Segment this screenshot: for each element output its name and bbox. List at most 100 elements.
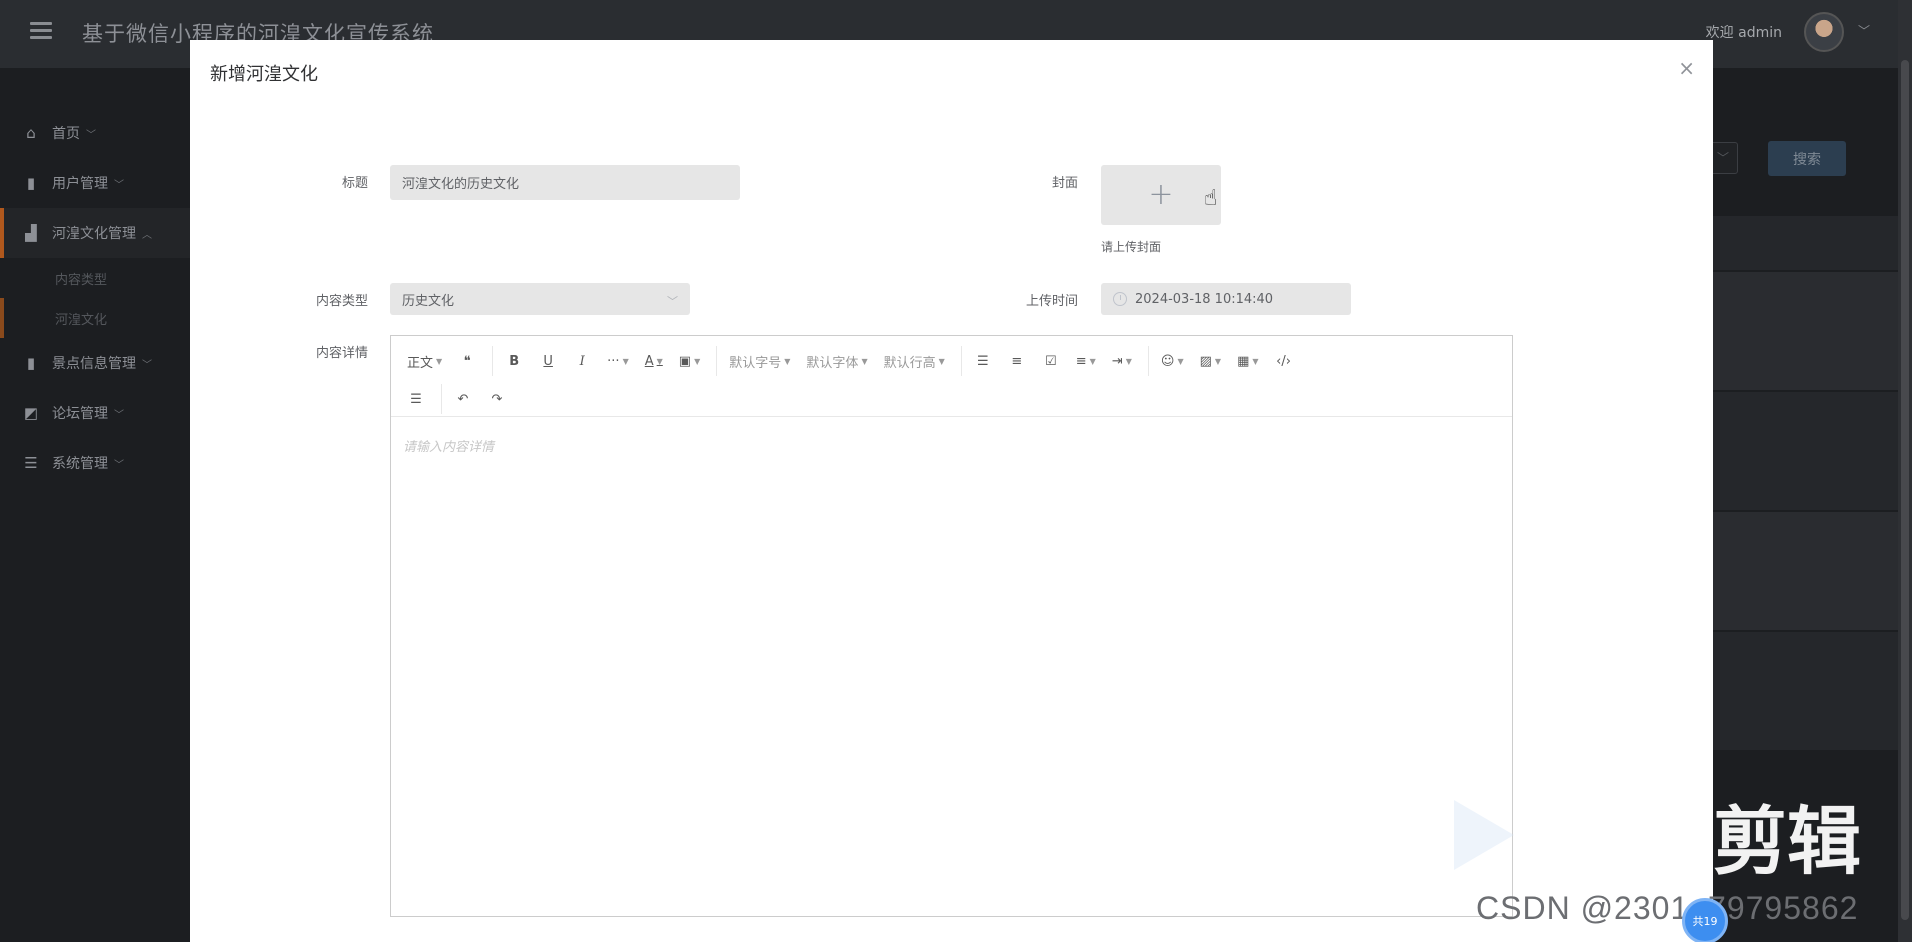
title-label: 标题 (341, 176, 368, 191)
code-icon[interactable]: ‹/› (1269, 346, 1299, 376)
bold-icon[interactable]: B (499, 346, 529, 376)
chevron-down-icon: ﹀ (114, 459, 124, 471)
font-family-label: 默认字体 (806, 355, 859, 371)
menu-icon[interactable] (30, 22, 52, 40)
scrollbar-thumb[interactable] (1901, 60, 1909, 920)
emoji-icon[interactable]: ☺ ▼ (1155, 346, 1190, 376)
time-value: 2024-03-18 10:14:40 (1135, 291, 1274, 307)
paragraph-label: 正文 (407, 355, 434, 371)
chevron-down-icon: ﹀ (86, 129, 96, 141)
font-color-icon[interactable]: A ▼ (639, 346, 669, 376)
plus-icon: + (1148, 177, 1174, 212)
caret-down-icon: ▼ (1089, 356, 1096, 366)
caret-down-icon: ▼ (784, 356, 791, 366)
add-culture-dialog: 新增河湟文化 × 标题 河湟文化的历史文化 封面 + ☝ 请上传封面 内容类型 … (190, 40, 1713, 942)
caret-down-icon: ▼ (1214, 356, 1222, 366)
book-icon: ▮ (26, 354, 36, 372)
type-select[interactable]: 历史文化 ﹀ (390, 283, 690, 315)
table-row (1713, 272, 1898, 390)
redo-icon[interactable]: ↷ (482, 384, 512, 414)
chevron-down-icon: ﹀ (667, 295, 678, 308)
italic-icon[interactable]: I (567, 346, 597, 376)
editor-toolbar: 正文 ▼ ❝ B U I ··· ▼ A ▼ ▣ ▼ 默认字号 ▼ 默认字体 ▼ 默认行高 ▼… (391, 336, 1512, 417)
csdn-watermark: CSDN @2301_79795862 (1476, 890, 1859, 926)
underline-icon[interactable]: U (533, 346, 563, 376)
cover-uploader[interactable]: + (1101, 165, 1221, 225)
sidebar-subitem-content-type[interactable]: 内容类型 (0, 258, 190, 298)
paragraph-select[interactable]: 正文 ▼ (401, 346, 448, 376)
type-label: 内容类型 (315, 294, 368, 309)
caret-down-icon: ▼ (694, 356, 701, 366)
chevron-down-icon: ﹀ (1716, 151, 1729, 165)
sidebar-item-label: 用户管理 (52, 176, 108, 192)
clock-icon (1113, 292, 1127, 306)
line-height-select[interactable]: 默认行高 ▼ (878, 346, 951, 376)
line-height-label: 默认行高 (883, 355, 936, 371)
chevron-down-icon[interactable]: ﹀ (1858, 22, 1870, 39)
sidebar-item-label: 河湟文化管理 (52, 226, 136, 242)
sidebar-item-scenic[interactable]: ▮ 景点信息管理 ﹀ (0, 338, 190, 388)
sidebar-item-system[interactable]: ☰ 系统管理 ﹀ (0, 438, 190, 488)
sidebar-item-label: 首页 (52, 126, 80, 142)
avatar[interactable] (1804, 12, 1844, 52)
sidebar-item-culture[interactable]: ▟ 河湟文化管理 ︿ (0, 208, 190, 258)
table-icon[interactable]: ▦ ▼ (1231, 346, 1264, 376)
indent-icon[interactable]: ⇥ ▼ (1106, 346, 1138, 376)
bulleted-list-icon[interactable]: ☰ (968, 346, 998, 376)
toolbar-divider (1147, 346, 1149, 376)
close-icon[interactable]: × (1678, 58, 1695, 78)
search-button[interactable]: 搜索 (1768, 141, 1846, 176)
caret-down-icon: ▼ (861, 356, 868, 366)
toolbar-divider (960, 346, 962, 376)
background-color-icon[interactable]: ▣ ▼ (673, 346, 706, 376)
sidebar: ⌂ 首页 ﹀ ▮ 用户管理 ﹀ ▟ 河湟文化管理 ︿ 内容类型 河湟文化 ▮ 景… (0, 68, 190, 942)
video-logo-icon (1454, 800, 1514, 870)
page-count-badge[interactable]: 共19 (1682, 898, 1728, 942)
sidebar-item-users[interactable]: ▮ 用户管理 ﹀ (0, 158, 190, 208)
table-header (1713, 216, 1898, 270)
numbered-list-icon[interactable]: ≡ (1002, 346, 1032, 376)
book-icon: ▮ (26, 174, 36, 192)
caret-down-icon: ▼ (656, 356, 663, 366)
divider-line-icon[interactable]: ☰ (401, 384, 431, 414)
chevron-down-icon: ﹀ (142, 359, 152, 371)
font-size-select[interactable]: 默认字号 ▼ (723, 346, 796, 376)
type-select-value: 历史文化 (402, 293, 455, 309)
toolbar-divider (716, 346, 718, 376)
cover-label: 封面 (1051, 176, 1078, 191)
caret-down-icon: ▼ (1252, 356, 1259, 366)
time-label: 上传时间 (1025, 294, 1078, 309)
todo-icon[interactable]: ☑ (1036, 346, 1066, 376)
welcome-text: 欢迎 admin (1705, 25, 1782, 41)
sidebar-item-home[interactable]: ⌂ 首页 ﹀ (0, 108, 190, 158)
caret-down-icon: ▼ (938, 356, 945, 366)
dialog-title: 新增河湟文化 (210, 64, 318, 85)
toolbar-divider (441, 384, 442, 414)
sidebar-item-label: 论坛管理 (52, 406, 108, 422)
toolbar-divider (492, 346, 494, 376)
sidebar-subitem-culture[interactable]: 河湟文化 (0, 298, 190, 338)
quote-icon[interactable]: ❝ (452, 346, 482, 376)
align-icon[interactable]: ≡ ▼ (1070, 346, 1102, 376)
time-picker[interactable]: 2024-03-18 10:14:40 (1101, 283, 1351, 315)
caret-down-icon: ▼ (436, 356, 443, 366)
page-scrollbar[interactable] (1898, 0, 1912, 942)
more-icon[interactable]: ··· ▼ (601, 346, 635, 376)
chevron-up-icon: ︿ (142, 229, 152, 241)
font-family-select[interactable]: 默认字体 ▼ (800, 346, 873, 376)
server-icon: ☰ (24, 454, 38, 472)
undo-icon[interactable]: ↶ (448, 384, 478, 414)
image-icon[interactable]: ▨ ▼ (1194, 346, 1227, 376)
title-input[interactable]: 河湟文化的历史文化 (390, 165, 740, 200)
sidebar-item-forum[interactable]: ◩ 论坛管理 ﹀ (0, 388, 190, 438)
caret-down-icon: ▼ (1177, 356, 1184, 366)
chevron-down-icon: ﹀ (114, 409, 124, 421)
table-row (1713, 512, 1898, 630)
editor-content[interactable]: 请输入内容详情 (403, 436, 494, 455)
chart-icon: ▟ (25, 224, 37, 242)
sidebar-item-label: 景点信息管理 (52, 356, 136, 372)
watermark-text: 剪辑 (1713, 799, 1861, 885)
home-icon: ⌂ (26, 124, 36, 142)
caret-down-icon: ▼ (622, 356, 629, 366)
edit-icon: ◩ (23, 404, 39, 422)
